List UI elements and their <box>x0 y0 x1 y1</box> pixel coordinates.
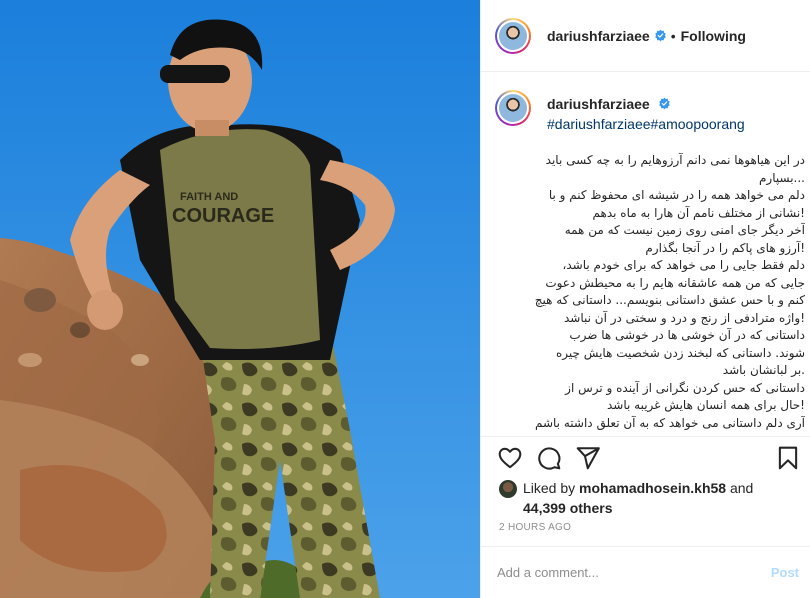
liker-username[interactable]: mohamadhosein.kh58 <box>579 480 726 496</box>
hashtag-link[interactable]: #amoopoorang <box>651 116 745 132</box>
caption-username[interactable]: dariushfarziaee <box>547 96 650 112</box>
caption-line: کنم و با حس عشق داستانی بنویسم... داستان… <box>534 293 805 307</box>
caption-line: جایی که من همه عاشقانه هایم را به محیطش … <box>545 275 805 290</box>
share-icon[interactable] <box>575 445 601 471</box>
post-panel: dariushfarziaee • Following dariushfarzi… <box>480 0 810 598</box>
photo-illustration: FAITH AND COURAGE <box>0 0 480 598</box>
caption-avatar[interactable] <box>495 90 531 126</box>
header-separator: • <box>670 27 676 44</box>
comment-icon[interactable] <box>536 445 562 471</box>
likes-count[interactable]: 44,399 others <box>523 500 613 516</box>
bookmark-icon[interactable] <box>775 445 801 471</box>
caption-line: در این هیاهوها نمی دانم آرزوهایم را به چ… <box>545 153 805 167</box>
svg-text:COURAGE: COURAGE <box>172 205 274 227</box>
caption-line: !حال برای همه انسان هایش غریبه باشد <box>607 398 805 412</box>
caption-username-row: dariushfarziaee <box>547 96 671 112</box>
post-timestamp[interactable]: 2 HOURS AGO <box>499 522 571 533</box>
caption-line: داستانی که حس کردن نگرانی از آینده و ترس… <box>565 380 805 395</box>
header-username[interactable]: dariushfarziaee <box>547 28 650 44</box>
caption-text: در این هیاهوها نمی دانم آرزوهایم را به چ… <box>497 152 805 432</box>
verified-badge-icon <box>658 97 670 110</box>
caption-line: .بر لبانشان باشد <box>722 363 805 377</box>
caption-line: ...بسپارم <box>759 170 805 185</box>
caption-line: دلم فقط جایی را می خواهد که برای خودم با… <box>562 258 805 272</box>
comment-box: Post <box>481 546 810 598</box>
post-button[interactable]: Post <box>771 565 799 580</box>
caption-line: آری دلم داستانی می خواهد که به آن تعلق د… <box>534 415 805 430</box>
likes-summary: Liked by mohamadhosein.kh58 and 44,399 o… <box>499 478 799 518</box>
avatar[interactable] <box>495 17 531 54</box>
liked-by-prefix: Liked by <box>523 480 576 496</box>
svg-text:FAITH AND: FAITH AND <box>180 191 238 203</box>
comment-input[interactable] <box>497 565 747 580</box>
action-bar <box>481 436 810 476</box>
liker-avatar[interactable] <box>499 480 517 498</box>
caption-hashtags: #dariushfarziaee#amoopoorang <box>547 116 745 132</box>
caption-line: !واژه مترادفی از رنج و درد و سختی در آن … <box>563 310 805 325</box>
caption-line: !نشانی از مختلف نامم آن هارا به ماه بدهم <box>592 205 805 220</box>
post-photo[interactable]: FAITH AND COURAGE <box>0 0 480 598</box>
verified-badge-icon <box>655 29 666 42</box>
likes-and: and <box>729 480 754 496</box>
caption-line: داستانی که در آن خوشی ها در خوشی ها ضرب <box>569 328 805 342</box>
caption-area: dariushfarziaee #dariushfarziaee#amoopoo… <box>481 72 810 436</box>
caption-line: آخر دیگر جای امنی روی زمین نیست که من هم… <box>564 223 805 237</box>
hashtag-link[interactable]: #dariushfarziaee <box>547 116 651 132</box>
following-button[interactable]: Following <box>681 28 746 44</box>
caption-line: !آرزو های پاکم را در آنجا بگذارم <box>645 240 805 255</box>
caption-line: دلم می خواهد همه را در شیشه ای محفوظ کنم… <box>548 188 805 202</box>
caption-line: شوند. داستانی که لبخند زدن شخصیت هایش چی… <box>556 345 805 360</box>
post-header: dariushfarziaee • Following <box>481 0 810 72</box>
heart-icon[interactable] <box>497 445 523 471</box>
